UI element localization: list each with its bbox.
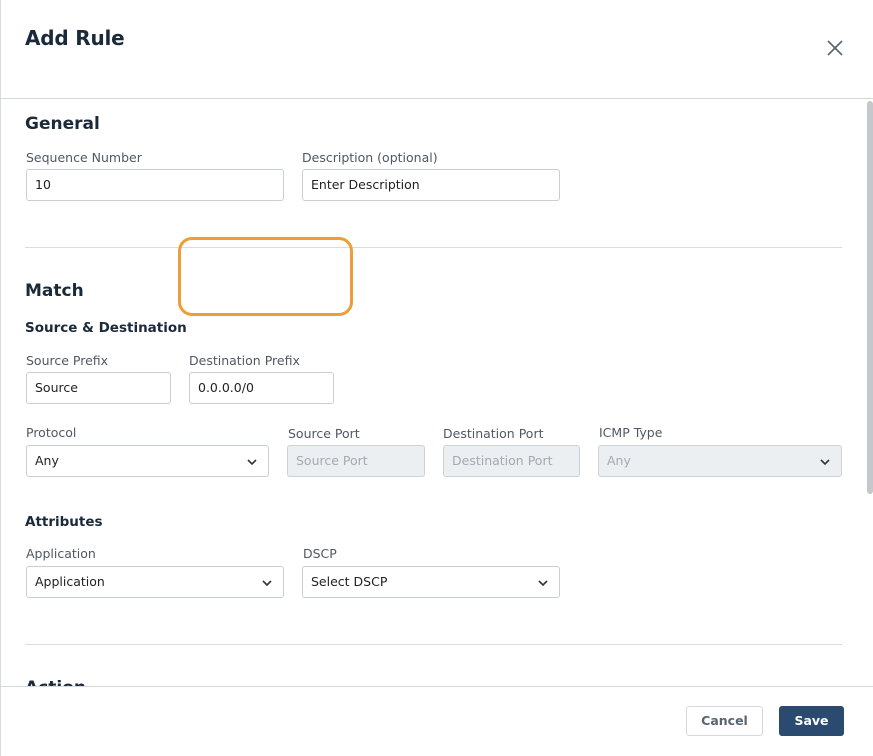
protocol-label: Protocol [26,425,77,440]
description-label: Description (optional) [302,150,438,165]
dscp-value: Select DSCP [311,574,388,589]
source-port-input: Source Port [287,445,425,477]
general-heading: General [25,114,100,134]
cancel-button[interactable]: Cancel [686,706,763,736]
match-heading: Match [25,281,84,301]
source-prefix-input[interactable]: Source [26,372,171,404]
destination-prefix-label: Destination Prefix [189,353,300,368]
icmp-type-select: Any [598,445,842,477]
source-prefix-label: Source Prefix [26,353,109,368]
protocol-select[interactable]: Any [26,445,269,477]
dialog-header: Add Rule [1,0,873,99]
chevron-down-icon [538,580,548,587]
destination-prefix-input[interactable]: 0.0.0.0/0 [189,372,334,404]
destination-port-label: Destination Port [443,426,544,441]
scrollbar-thumb[interactable] [867,101,873,494]
action-heading: Action [25,678,86,686]
icmp-type-label: ICMP Type [599,425,663,440]
destination-port-input: Destination Port [443,445,580,477]
section-divider [25,644,842,645]
sequence-number-label: Sequence Number [26,150,142,165]
section-divider [25,247,842,248]
description-input[interactable]: Enter Description [302,169,560,201]
sequence-number-input[interactable]: 10 [26,169,284,201]
scrollbar[interactable] [866,99,873,686]
source-destination-heading: Source & Destination [25,320,187,336]
chevron-down-icon [262,580,272,587]
chevron-down-icon [820,459,830,466]
dscp-select[interactable]: Select DSCP [302,566,560,598]
icmp-type-value: Any [607,453,631,468]
add-rule-dialog: Add Rule General Sequence Number 10 Desc… [0,0,873,756]
application-select[interactable]: Application [26,566,284,598]
application-value: Application [35,574,105,589]
close-icon[interactable] [825,38,845,58]
dscp-label: DSCP [303,546,337,561]
dialog-footer: Cancel Save [1,686,873,756]
dialog-title: Add Rule [25,26,125,50]
chevron-down-icon [247,459,257,466]
dialog-body: General Sequence Number 10 Description (… [1,99,866,686]
save-button[interactable]: Save [779,706,844,736]
source-port-label: Source Port [288,426,360,441]
attributes-heading: Attributes [25,514,103,530]
application-label: Application [26,546,96,561]
protocol-value: Any [35,453,59,468]
